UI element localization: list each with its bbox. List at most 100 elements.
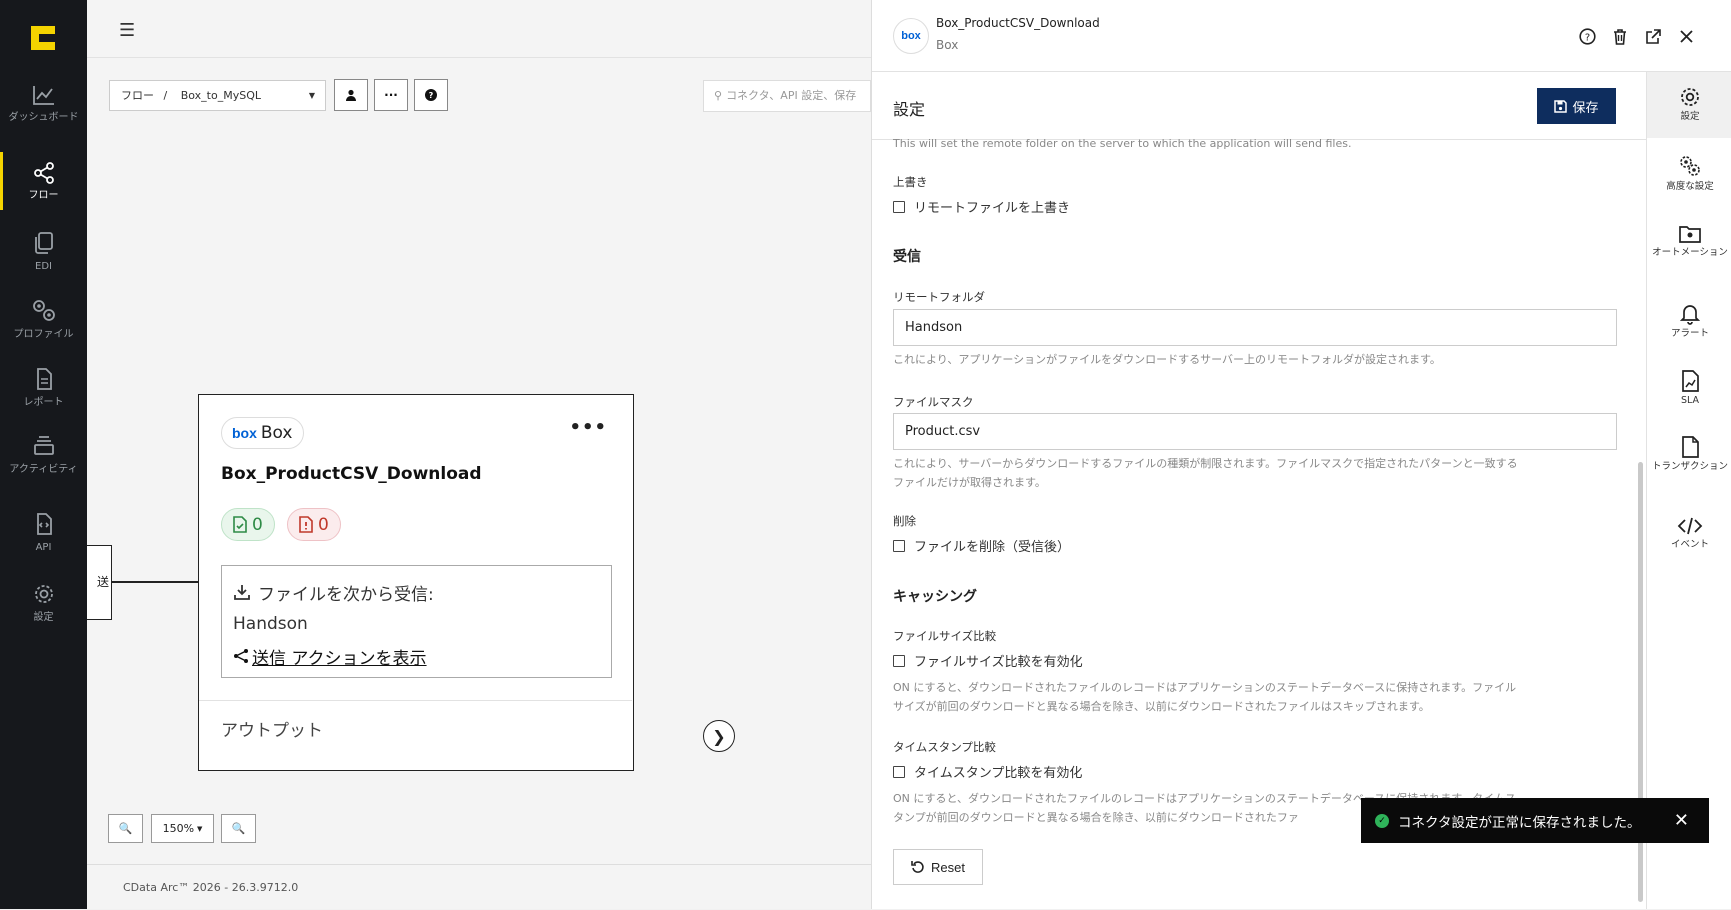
save-button[interactable]: 保存	[1537, 88, 1616, 124]
box-logo-icon: box	[232, 425, 257, 441]
connector-search-input[interactable]: ⚲ コネクタ、API 設定、保存	[703, 80, 871, 112]
timestamp-compare-checkbox[interactable]: タイムスタンプ比較を有効化	[893, 762, 1082, 781]
nav-item-profile[interactable]: プロファイル	[0, 297, 87, 340]
timestamp-compare-label: タイムスタンプ比較	[893, 740, 996, 754]
delete-label: 削除	[893, 514, 916, 528]
top-bar: ☰	[87, 0, 871, 58]
connector-type-pill: box Box	[221, 417, 304, 449]
nav-item-api[interactable]: API	[0, 512, 87, 553]
breadcrumb-root[interactable]: フロー	[121, 89, 154, 102]
side-tab-label: オートメーション	[1652, 247, 1728, 258]
success-toast: ✓ コネクタ設定が正常に保存されました。 ✕	[1361, 798, 1709, 843]
receive-section-title: 受信	[893, 249, 921, 265]
menu-icon[interactable]: ☰	[119, 20, 135, 41]
chart-line-icon	[32, 86, 54, 105]
receive-label: ファイルを次から受信:	[258, 584, 434, 605]
api-file-icon	[36, 513, 52, 535]
card-detail-box: ファイルを次から受信: Handson 送信 アクションを表示	[221, 565, 612, 678]
delete-checkbox-label: ファイルを削除（受信後）	[914, 540, 1071, 555]
user-icon	[346, 89, 356, 101]
nav-label: ダッシュボード	[8, 112, 79, 123]
toast-close-icon[interactable]: ✕	[1674, 810, 1689, 831]
nav-item-settings[interactable]: 設定	[0, 582, 87, 623]
side-tab-alerts[interactable]: アラート	[1647, 303, 1731, 339]
folder-gear-icon	[1679, 226, 1701, 243]
logo-text: box	[901, 30, 921, 42]
nav-item-flow[interactable]: フロー	[0, 152, 87, 210]
documents-icon	[34, 232, 53, 254]
connector-name: Box_ProductCSV_Download	[936, 16, 1100, 30]
remote-folder-hint: これにより、アプリケーションがファイルをダウンロードするサーバー上のリモートフォ…	[893, 353, 1441, 366]
save-icon	[1554, 99, 1568, 113]
more-options-button[interactable]: ···	[374, 79, 408, 111]
svg-text:?: ?	[429, 91, 434, 100]
help-button[interactable]: ?	[414, 79, 448, 111]
side-tab-advanced[interactable]: 高度な設定	[1647, 154, 1731, 192]
error-count-badge[interactable]: 0	[287, 508, 341, 541]
card-more-icon[interactable]: •••	[569, 417, 607, 438]
timestamp-compare-checkbox-label: タイムスタンプ比較を有効化	[914, 766, 1083, 781]
file-mask-input[interactable]: Product.csv	[893, 413, 1617, 450]
user-button[interactable]	[334, 79, 368, 111]
file-chart-icon	[1682, 370, 1699, 392]
help-icon[interactable]: ?	[1577, 26, 1597, 46]
remote-folder-input[interactable]: Handson	[893, 309, 1617, 346]
size-compare-label: ファイルサイズ比較	[893, 629, 997, 643]
nav-item-reports[interactable]: レポート	[0, 367, 87, 408]
trash-icon[interactable]	[1610, 26, 1630, 46]
overwrite-checkbox[interactable]: リモートファイルを上書き	[893, 197, 1070, 216]
caret-down-icon: ▼	[308, 91, 315, 100]
size-compare-hint-line-1: ON にすると、ダウンロードされたファイルのレコードはアプリケーションのステート…	[893, 681, 1517, 694]
side-tab-label: 高度な設定	[1666, 181, 1714, 192]
size-compare-hint-line-2: サイズが前回のダウンロードと異なる場合を除き、以前にダウンロードされたファイルは…	[893, 700, 1430, 713]
search-icon: ⚲	[714, 89, 723, 102]
side-tab-settings[interactable]: 設定	[1647, 72, 1731, 138]
app-footer: CData Arc™ 2026 - 26.3.9712.0	[87, 864, 871, 909]
gears-icon	[32, 300, 55, 321]
checkbox-box[interactable]	[893, 539, 905, 552]
size-compare-checkbox[interactable]: ファイルサイズ比較を有効化	[893, 651, 1083, 670]
zoom-out-button[interactable]: 🔍	[221, 814, 256, 843]
side-tab-automation[interactable]: オートメーション	[1647, 224, 1731, 258]
overwrite-label: 上書き	[893, 175, 928, 189]
settings-side-tabs: 設定 高度な設定 オートメーション アラート SLA トランザクション イベント	[1646, 72, 1731, 909]
zoom-in-button[interactable]: 🔍	[108, 814, 143, 843]
output-label: アウトプット	[221, 721, 323, 741]
svg-text:?: ?	[1584, 32, 1589, 43]
nav-label: EDI	[35, 261, 52, 272]
nav-item-dashboard[interactable]: ダッシュボード	[0, 84, 87, 123]
connector-card[interactable]: box Box ••• Box_ProductCSV_Download 0 0 …	[198, 394, 634, 771]
breadcrumb-flow-name: Box_to_MySQL	[180, 89, 261, 102]
upstream-connector-node[interactable]: 送	[87, 545, 112, 620]
reset-label: Reset	[931, 859, 965, 875]
zoom-level-select[interactable]: 150% ▼	[151, 814, 214, 843]
success-count-badge[interactable]: 0	[221, 508, 275, 541]
side-tab-label: イベント	[1670, 539, 1709, 550]
show-send-action-link[interactable]: 送信 アクションを表示	[252, 644, 427, 669]
close-icon[interactable]	[1676, 26, 1696, 46]
open-external-icon[interactable]	[1643, 26, 1663, 46]
reset-button[interactable]: Reset	[893, 849, 983, 885]
side-tab-events[interactable]: イベント	[1647, 516, 1731, 550]
file-mask-hint-line-1: これにより、サーバーからダウンロードするファイルの種類が制限されます。ファイルマ…	[893, 457, 1518, 470]
nav-label: API	[35, 542, 52, 553]
app-logo-icon[interactable]	[29, 24, 57, 52]
delete-checkbox[interactable]: ファイルを削除（受信後）	[893, 536, 1070, 555]
panel-header: box Box_ProductCSV_Download Box ?	[872, 0, 1731, 72]
output-chevron-right-icon[interactable]: ❯	[703, 720, 735, 752]
nav-item-edi[interactable]: EDI	[0, 231, 87, 272]
nav-label: アクティビティ	[9, 464, 78, 475]
error-count: 0	[318, 514, 329, 535]
checkbox-box[interactable]	[893, 765, 905, 778]
flow-canvas[interactable]: ☰ フロー / Box_to_MySQL ▼ ··· ? ⚲ コネクタ、API 設…	[87, 0, 871, 909]
checkbox-box[interactable]	[893, 654, 905, 667]
caching-section-title: キャッシング	[893, 589, 977, 605]
flow-breadcrumb-select[interactable]: フロー / Box_to_MySQL ▼	[109, 80, 326, 111]
checkbox-box[interactable]	[893, 200, 905, 213]
side-tab-sla[interactable]: SLA	[1647, 370, 1731, 406]
side-tab-transactions[interactable]: トランザクション	[1647, 436, 1731, 472]
zoom-level: 150%	[162, 822, 195, 835]
share-icon	[234, 649, 248, 663]
share-nodes-icon	[33, 162, 54, 184]
nav-item-activity[interactable]: アクティビティ	[0, 434, 87, 475]
